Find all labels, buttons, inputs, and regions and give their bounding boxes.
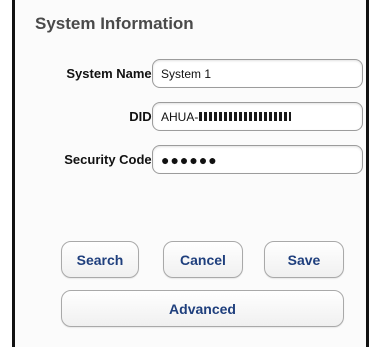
advanced-button[interactable]: Advanced bbox=[61, 290, 344, 327]
did-redacted-mask bbox=[199, 112, 292, 121]
security-code-field[interactable]: ●●●●●● bbox=[152, 145, 363, 174]
did-value-prefix: AHUA- bbox=[161, 109, 199, 124]
save-button-label: Save bbox=[287, 251, 321, 268]
system-information-panel: System Information System Name: System 1… bbox=[12, 0, 369, 347]
save-button[interactable]: Save bbox=[264, 241, 344, 278]
system-name-field[interactable]: System 1 bbox=[152, 59, 363, 88]
did-field[interactable]: AHUA- bbox=[152, 102, 363, 131]
cancel-button-label: Cancel bbox=[180, 251, 226, 268]
system-name-value: System 1 bbox=[161, 66, 212, 81]
cancel-button[interactable]: Cancel bbox=[163, 241, 243, 278]
panel-title: System Information bbox=[35, 14, 194, 33]
security-code-value: ●●●●●● bbox=[161, 151, 218, 168]
security-code-label: Security Code: bbox=[64, 152, 156, 167]
advanced-button-label: Advanced bbox=[169, 300, 236, 317]
search-button[interactable]: Search bbox=[61, 241, 139, 278]
search-button-label: Search bbox=[76, 251, 124, 268]
system-name-label: System Name: bbox=[66, 66, 156, 81]
